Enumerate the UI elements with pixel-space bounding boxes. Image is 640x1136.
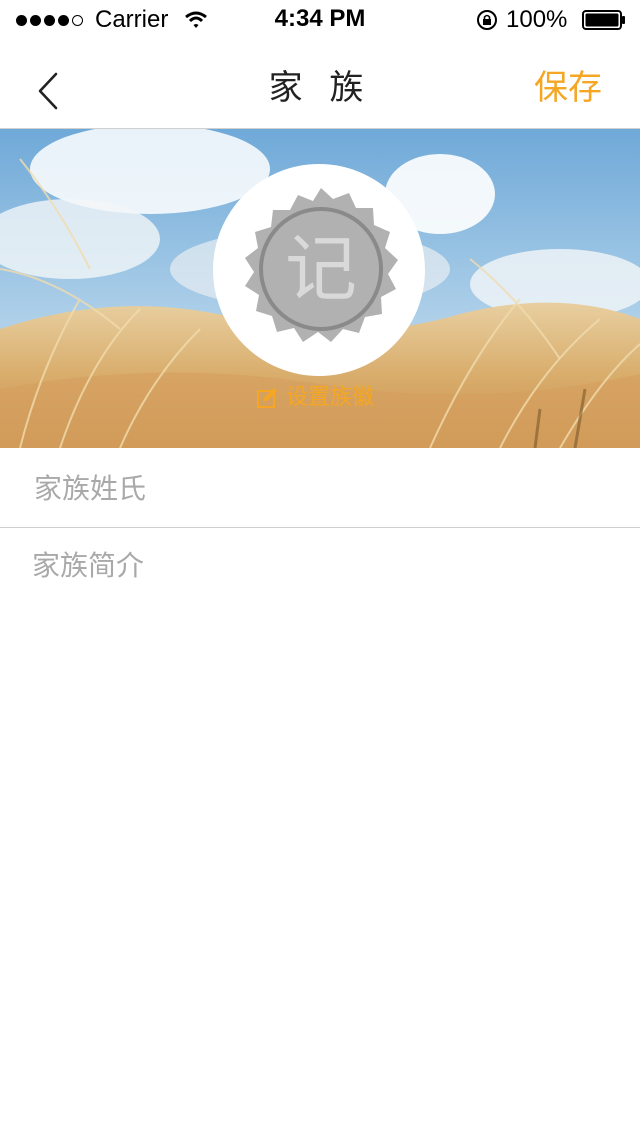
rotation-lock-icon — [477, 10, 497, 30]
surname-field[interactable]: 家族姓氏 — [0, 449, 640, 528]
set-emblem-button[interactable]: 设置族徽 — [256, 384, 374, 412]
set-emblem-label: 设置族徽 — [286, 385, 375, 410]
status-bar: Carrier 4:34 PM 100% — [0, 0, 640, 40]
family-seal-icon: 记 — [245, 188, 398, 342]
navigation-bar: 家 族 保存 — [0, 40, 640, 129]
battery-percent: 100% — [506, 6, 568, 33]
edit-icon — [257, 388, 277, 408]
surname-placeholder: 家族姓氏 — [34, 472, 147, 505]
family-banner: 记 设置族徽 — [0, 129, 640, 448]
seal-character: 记 — [285, 227, 357, 311]
intro-placeholder: 家族简介 — [32, 549, 145, 582]
battery-icon — [582, 10, 625, 30]
intro-field[interactable]: 家族简介 — [0, 528, 640, 828]
save-button[interactable]: 保存 — [534, 66, 602, 110]
